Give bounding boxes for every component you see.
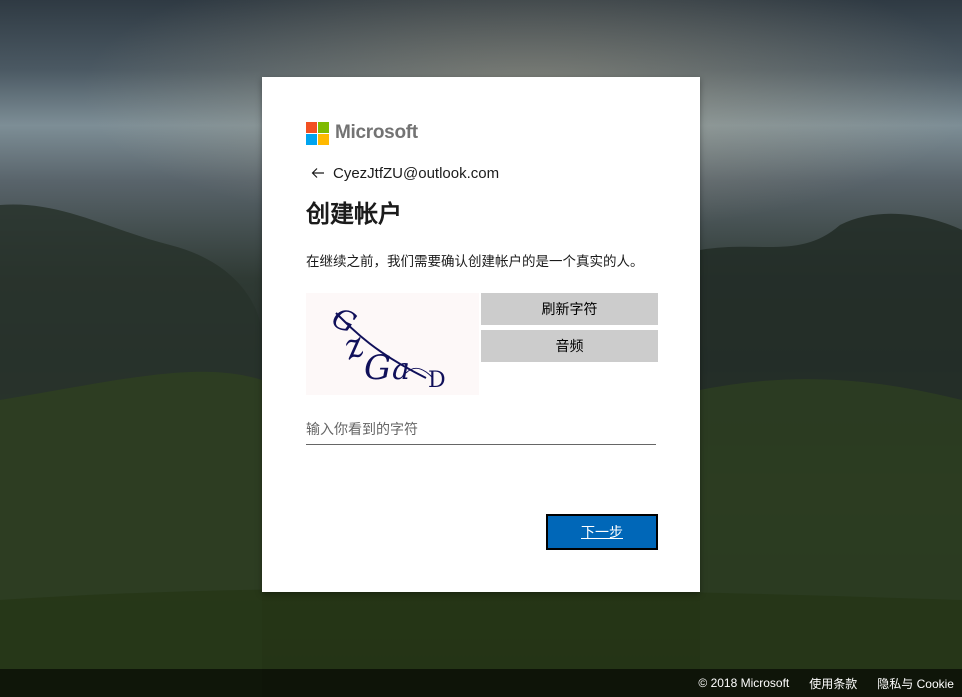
captcha-image: G z G a D xyxy=(306,293,479,395)
footer: © 2018 Microsoft 使用条款 隐私与 Cookie xyxy=(0,669,962,697)
svg-text:G: G xyxy=(364,348,391,388)
footer-terms-link[interactable]: 使用条款 xyxy=(809,675,857,692)
logo-square-red xyxy=(306,121,317,133)
footer-privacy-link[interactable]: 隐私与 Cookie xyxy=(877,675,954,692)
page-description: 在继续之前，我们需要确认创建帐户的是一个真实的人。 xyxy=(306,254,644,269)
identity-email: CyezJtfZU@outlook.com xyxy=(333,164,500,182)
next-button[interactable]: 下一步 xyxy=(546,514,658,550)
footer-copyright: © 2018 Microsoft xyxy=(698,676,790,690)
svg-text:D: D xyxy=(428,368,446,393)
identity-banner: CyezJtfZU@outlook.com xyxy=(306,163,656,183)
captcha-section: G z G a D 刷新字符 音频 xyxy=(306,293,658,397)
captcha-input[interactable] xyxy=(306,415,656,444)
logo-square-yellow xyxy=(318,133,329,145)
microsoft-logo-icon xyxy=(306,121,329,145)
logo-square-green xyxy=(318,121,329,133)
signup-card: Microsoft CyezJtfZU@outlook.com 创建帐户 在继续… xyxy=(262,77,700,592)
svg-text:a: a xyxy=(392,352,410,387)
logo-square-blue xyxy=(306,133,317,145)
arrow-left-icon[interactable] xyxy=(310,165,326,181)
brand-logo: Microsoft xyxy=(306,121,656,145)
page-title: 创建帐户 xyxy=(306,201,402,228)
brand-name: Microsoft xyxy=(335,122,418,143)
refresh-captcha-button[interactable]: 刷新字符 xyxy=(481,293,658,325)
audio-captcha-button[interactable]: 音频 xyxy=(481,330,658,362)
captcha-input-wrapper xyxy=(306,415,656,445)
